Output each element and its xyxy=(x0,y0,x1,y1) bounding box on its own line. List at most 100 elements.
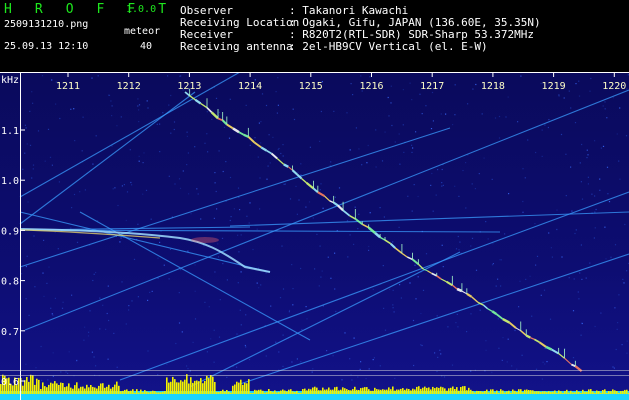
level-bar xyxy=(258,389,260,394)
level-bar xyxy=(446,390,448,394)
noise-speck xyxy=(186,131,188,133)
noise-speck xyxy=(256,228,258,230)
level-bar xyxy=(448,388,450,394)
level-bar xyxy=(498,392,500,394)
level-bar xyxy=(226,390,228,394)
noise-speck xyxy=(230,216,232,218)
level-bar xyxy=(326,389,328,394)
level-bar xyxy=(490,389,492,394)
noise-speck xyxy=(332,355,334,357)
noise-speck xyxy=(412,147,414,149)
noise-speck xyxy=(388,115,390,117)
level-bar xyxy=(530,390,532,394)
noise-speck xyxy=(330,277,332,279)
noise-speck xyxy=(420,344,422,346)
level-bar xyxy=(298,393,300,394)
noise-speck xyxy=(190,213,192,215)
level-bar xyxy=(214,382,216,394)
noise-speck xyxy=(574,122,577,124)
level-bar xyxy=(184,379,186,394)
level-bar xyxy=(500,389,502,394)
file-name: 2509131210.png xyxy=(4,19,89,30)
noise-speck xyxy=(580,181,582,183)
level-bar xyxy=(132,389,134,394)
noise-speck xyxy=(240,271,242,273)
noise-speck xyxy=(390,85,392,87)
level-bar xyxy=(194,380,196,394)
level-bar xyxy=(404,389,406,394)
level-bar xyxy=(44,386,46,394)
noise-speck xyxy=(527,139,529,141)
noise-speck xyxy=(320,110,322,113)
noise-speck xyxy=(568,277,570,279)
noise-speck xyxy=(257,156,259,158)
level-bar xyxy=(568,392,570,394)
noise-speck xyxy=(354,206,356,208)
noise-speck xyxy=(491,178,493,180)
level-bar xyxy=(228,391,230,394)
noise-speck xyxy=(502,337,504,339)
noise-speck xyxy=(292,108,294,110)
noise-speck xyxy=(432,120,434,122)
level-bar xyxy=(230,392,232,394)
noise-speck xyxy=(534,223,536,225)
level-bar xyxy=(86,384,88,394)
noise-speck xyxy=(31,91,33,93)
level-bar xyxy=(204,381,206,394)
level-bar xyxy=(550,391,552,394)
noise-speck xyxy=(179,75,181,77)
noise-speck xyxy=(267,165,269,167)
noise-speck xyxy=(259,208,261,210)
noise-speck xyxy=(204,142,206,144)
noise-speck xyxy=(369,212,371,214)
app-version: 1.0.0 xyxy=(126,4,157,15)
noise-speck xyxy=(219,299,221,301)
noise-speck xyxy=(35,367,37,369)
noise-speck xyxy=(322,207,324,209)
level-bar xyxy=(276,392,278,394)
noise-speck xyxy=(360,75,362,77)
noise-speck xyxy=(26,255,28,257)
noise-speck xyxy=(32,164,35,166)
level-bar xyxy=(106,386,108,394)
noise-speck xyxy=(28,314,30,316)
level-bar xyxy=(622,390,624,394)
noise-speck xyxy=(381,160,384,162)
noise-speck xyxy=(577,291,579,293)
level-bar xyxy=(352,389,354,394)
noise-speck xyxy=(500,285,502,287)
noise-speck xyxy=(550,247,552,249)
noise-speck xyxy=(249,144,251,146)
level-bar xyxy=(488,392,490,394)
level-bar xyxy=(584,391,586,394)
level-bar xyxy=(280,390,282,394)
level-bar xyxy=(178,382,180,394)
noise-speck xyxy=(178,322,181,324)
level-bar xyxy=(30,374,32,394)
noise-speck xyxy=(258,267,260,269)
time-tick-label: 1216 xyxy=(359,81,383,92)
level-bar xyxy=(50,382,52,394)
noise-speck xyxy=(76,241,79,243)
noise-speck xyxy=(291,361,293,363)
noise-speck xyxy=(384,131,386,133)
level-bar xyxy=(336,386,338,394)
level-bar xyxy=(576,390,578,394)
level-bar xyxy=(604,389,606,394)
level-bar xyxy=(422,387,424,394)
noise-speck xyxy=(114,187,116,189)
noise-speck xyxy=(186,164,188,166)
noise-speck xyxy=(187,152,189,154)
noise-speck xyxy=(431,172,433,175)
level-bar xyxy=(520,389,522,394)
noise-speck xyxy=(604,226,606,228)
level-bar xyxy=(376,389,378,394)
noise-speck xyxy=(99,297,101,299)
noise-speck xyxy=(501,359,503,361)
noise-speck xyxy=(521,354,523,356)
level-bar xyxy=(60,382,62,394)
noise-speck xyxy=(296,358,298,360)
noise-speck xyxy=(602,145,605,147)
level-bar xyxy=(70,387,72,394)
level-bar xyxy=(160,392,162,394)
